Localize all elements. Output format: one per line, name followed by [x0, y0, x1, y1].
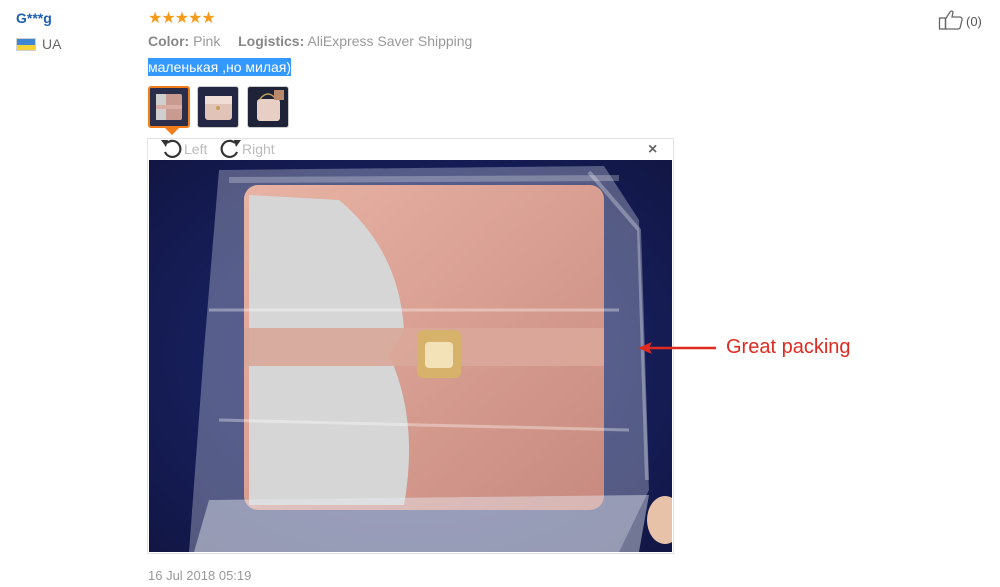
rotate-left-label: Left — [184, 141, 208, 157]
review-photo-thumbnail[interactable] — [197, 86, 239, 128]
review-text: маленькая ,но милая) — [148, 58, 292, 76]
logistics-value: AliExpress Saver Shipping — [307, 33, 473, 49]
color-label: Color: — [148, 33, 190, 49]
review-timestamp: 16 Jul 2018 05:19 — [148, 568, 252, 583]
review-photo-large — [149, 160, 683, 552]
reviewer-name[interactable]: G***g — [16, 10, 52, 26]
reviewer-country: UA — [42, 36, 62, 52]
helpful-count: (0) — [966, 14, 982, 29]
rotate-right-icon — [218, 137, 242, 162]
helpful-button[interactable]: (0) — [938, 9, 982, 34]
review-photo-thumbnail[interactable] — [247, 86, 289, 128]
country-flag-icon — [16, 38, 36, 51]
close-viewer-button[interactable]: × — [648, 141, 657, 159]
rotate-right-label: Right — [242, 141, 275, 157]
color-value: Pink — [193, 33, 221, 49]
selected-thumbnail-indicator — [165, 128, 179, 135]
rotate-right-button[interactable]: Right — [218, 138, 275, 160]
review-photo-thumbnail[interactable] — [148, 86, 190, 128]
logistics-label: Logistics: — [238, 33, 305, 49]
star-rating: ★★★★★ — [148, 10, 216, 27]
rotate-left-icon — [160, 137, 184, 162]
annotation-arrow-icon — [636, 339, 718, 362]
review-meta: Color: Pink Logistics: AliExpress Saver … — [148, 33, 472, 49]
thumbs-up-icon — [938, 9, 964, 34]
annotation-label: Great packing — [726, 336, 851, 358]
rotate-left-button[interactable]: Left — [160, 138, 207, 160]
